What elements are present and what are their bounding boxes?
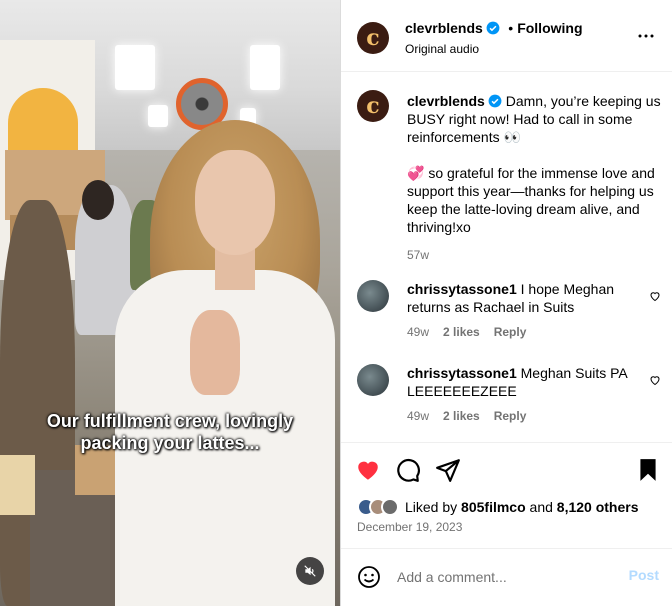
commenter-avatar[interactable] xyxy=(357,280,389,312)
emoji-icon[interactable] xyxy=(357,565,381,589)
bookmark-icon[interactable] xyxy=(635,457,661,483)
account-avatar[interactable]: c xyxy=(357,22,389,54)
video-caption-line-1: Our fulfillment crew, lovingly xyxy=(46,411,294,431)
post-date[interactable]: December 19, 2023 xyxy=(357,520,462,534)
comment-time: 49w xyxy=(407,325,430,339)
liked-by-row: Liked by 805filmco and 8,120 others xyxy=(357,498,639,516)
reel-video[interactable]: Our fulfillment crew, lovingly packing y… xyxy=(0,0,340,606)
comment-icon[interactable] xyxy=(395,457,421,483)
more-horizontal-icon[interactable] xyxy=(637,27,655,45)
header-username[interactable]: clevrblends xyxy=(405,20,483,36)
ceiling-light xyxy=(250,45,280,90)
comment-username[interactable]: chrissytassone1 xyxy=(407,281,517,297)
comment-reply-button[interactable]: Reply xyxy=(494,325,527,339)
liked-by-others[interactable]: 8,120 others xyxy=(557,499,639,515)
liked-by-prefix: Liked by xyxy=(405,499,458,515)
caption-time: 57w xyxy=(407,248,430,262)
avatar-letter: c xyxy=(366,25,380,51)
yellow-arch xyxy=(8,88,78,158)
liked-by-and: and xyxy=(529,499,553,515)
mute-button[interactable] xyxy=(296,557,324,585)
comment-item: chrissytassone1 I hope Meghan returns as… xyxy=(407,280,637,341)
comments-section: c clevrblends Damn, you’re keeping us BU… xyxy=(341,72,672,442)
ceiling-light xyxy=(148,105,168,127)
comment-likes[interactable]: 2 likes xyxy=(443,325,480,339)
cardboard-box xyxy=(0,455,35,515)
verified-badge-icon xyxy=(488,94,502,108)
caption-username[interactable]: clevrblends xyxy=(407,93,485,109)
liked-by-user[interactable]: 805filmco xyxy=(461,499,526,515)
speaker-muted-icon xyxy=(304,565,316,577)
post-side-panel: c clevrblends • Following Original audio … xyxy=(340,0,672,606)
caption-avatar[interactable]: c xyxy=(357,90,389,122)
ceiling-light xyxy=(115,45,155,90)
comment-input[interactable] xyxy=(397,565,607,589)
comment-like-heart-icon[interactable] xyxy=(649,290,661,302)
woman-face xyxy=(195,150,275,255)
action-bar: Liked by 805filmco and 8,120 others Dece… xyxy=(341,442,672,548)
comment-likes[interactable]: 2 likes xyxy=(443,409,480,423)
worker-back-head xyxy=(82,180,114,220)
avatar-letter: c xyxy=(366,93,380,119)
liker-avatar[interactable] xyxy=(381,498,399,516)
header-separator: • xyxy=(508,20,514,36)
video-caption-line-2: packing your lattes... xyxy=(80,433,260,453)
heart-filled-icon[interactable] xyxy=(355,457,381,483)
comment-item: chrissytassone1 Meghan Suits PA LEEEEEEE… xyxy=(407,364,637,425)
post-header: c clevrblends • Following Original audio xyxy=(341,0,672,72)
share-icon[interactable] xyxy=(435,457,461,483)
header-info: clevrblends • Following Original audio xyxy=(405,20,583,56)
caption-paragraph-2: 💞 so grateful for the immense love and s… xyxy=(407,165,655,235)
comment-time: 49w xyxy=(407,409,430,423)
verified-badge-icon xyxy=(486,21,500,35)
post-comment-button[interactable]: Post xyxy=(629,567,659,583)
original-audio-link[interactable]: Original audio xyxy=(405,42,583,56)
add-comment-bar: Post xyxy=(341,548,672,606)
following-button[interactable]: Following xyxy=(517,20,582,36)
comment-like-heart-icon[interactable] xyxy=(649,374,661,386)
post-caption: clevrblends Damn, you’re keeping us BUSY… xyxy=(407,92,663,264)
comment-reply-button[interactable]: Reply xyxy=(494,409,527,423)
commenter-avatar[interactable] xyxy=(357,364,389,396)
woman-hands xyxy=(190,310,240,395)
comment-username[interactable]: chrissytassone1 xyxy=(407,365,517,381)
